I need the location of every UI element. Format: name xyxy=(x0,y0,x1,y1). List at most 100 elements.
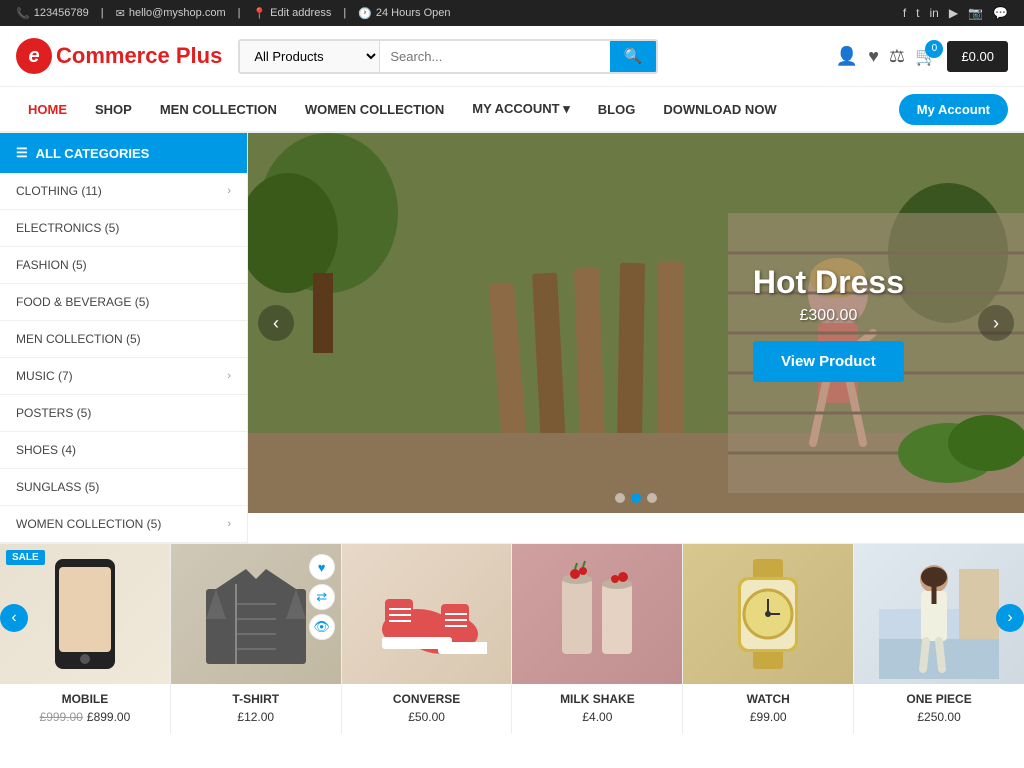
search-bar: All Products 🔍 xyxy=(238,39,658,74)
top-bar: 📞 123456789 | ✉ hello@myshop.com | 📍 Edi… xyxy=(0,0,1024,26)
products-section: ‹ SALE MOBILE £999.00£899.00 xyxy=(0,543,1024,734)
social-links: f t in ▶ 📷 💬 xyxy=(903,6,1008,20)
cart-badge: 0 xyxy=(925,40,943,58)
product-name-onepiece: ONE PIECE xyxy=(858,692,1020,706)
sidebar-item-clothing[interactable]: CLOTHING (11)› xyxy=(0,173,247,210)
hero-price: £300.00 xyxy=(753,307,904,325)
sidebar-item-fashion[interactable]: FASHION (5) xyxy=(0,247,247,284)
nav-home[interactable]: HOME xyxy=(16,88,79,131)
chevron-right-icon-3: › xyxy=(227,518,231,530)
cart-icon-wrap[interactable]: 🛒 0 xyxy=(915,46,937,67)
hero-dot-1[interactable] xyxy=(615,493,625,503)
address-info[interactable]: 📍 Edit address xyxy=(252,7,331,20)
product-image-watch xyxy=(683,544,853,684)
sidebar-item-shoes[interactable]: SHOES (4) xyxy=(0,432,247,469)
email-info: ✉ hello@myshop.com xyxy=(116,7,226,20)
wishlist-icon[interactable]: ♥ xyxy=(868,46,879,67)
divider3: | xyxy=(343,7,346,19)
products-prev-button[interactable]: ‹ xyxy=(0,604,28,632)
nav-women-collection[interactable]: WOMEN COLLECTION xyxy=(293,88,456,131)
divider2: | xyxy=(238,7,241,19)
nav-download-now[interactable]: DOWNLOAD NOW xyxy=(651,88,788,131)
product-name-tshirt: T-SHIRT xyxy=(175,692,337,706)
product-image-converse xyxy=(342,544,512,684)
hero-slider: Hot Dress £300.00 View Product ‹ › xyxy=(248,133,1024,513)
compare-icon[interactable]: ⚖ xyxy=(889,46,905,67)
product-price-converse: £50.00 xyxy=(342,710,512,724)
header: e Commerce Plus All Products 🔍 👤 ♥ ⚖ 🛒 0… xyxy=(0,26,1024,87)
wishlist-icon-tshirt[interactable]: ♥ xyxy=(309,554,335,580)
hero-prev-button[interactable]: ‹ xyxy=(258,305,294,341)
product-name-watch: WATCH xyxy=(687,692,849,706)
nav-men-collection[interactable]: MEN COLLECTION xyxy=(148,88,289,131)
account-icon[interactable]: 👤 xyxy=(836,46,858,67)
logo-text: Commerce Plus xyxy=(56,43,222,69)
hero-image: Hot Dress £300.00 View Product xyxy=(248,133,1024,513)
main-nav: HOME SHOP MEN COLLECTION WOMEN COLLECTIO… xyxy=(0,87,1024,133)
sidebar-header: ☰ ALL CATEGORIES xyxy=(0,133,247,173)
hero-next-button[interactable]: › xyxy=(978,305,1014,341)
product-name-mobile: MOBILE xyxy=(4,692,166,706)
top-bar-contact: 📞 123456789 | ✉ hello@myshop.com | 📍 Edi… xyxy=(16,7,451,20)
product-card-mobile: SALE MOBILE £999.00£899.00 xyxy=(0,544,171,734)
twitter-link[interactable]: t xyxy=(916,6,919,20)
hero-overlay: Hot Dress £300.00 View Product xyxy=(753,264,904,382)
facebook-link[interactable]: f xyxy=(903,6,906,20)
main-content: ☰ ALL CATEGORIES CLOTHING (11)› ELECTRON… xyxy=(0,133,1024,543)
cart-button[interactable]: £0.00 xyxy=(947,41,1008,72)
product-card-tshirt: ♥ ⇄ 👁 T-SHIRT £12.00 xyxy=(171,544,342,734)
sidebar-item-electronics[interactable]: ELECTRONICS (5) xyxy=(0,210,247,247)
sidebar-item-sunglass[interactable]: SUNGLASS (5) xyxy=(0,469,247,506)
product-price-mobile: £999.00£899.00 xyxy=(0,710,170,724)
menu-icon: ☰ xyxy=(16,145,28,161)
product-card-milkshake: MILK SHAKE £4.00 xyxy=(512,544,683,734)
sidebar-item-women-collection[interactable]: WOMEN COLLECTION (5)› xyxy=(0,506,247,543)
hero-dot-2[interactable] xyxy=(631,493,641,503)
chevron-right-icon: › xyxy=(227,185,231,197)
product-card-watch: WATCH £99.00 xyxy=(683,544,854,734)
products-next-button[interactable]: › xyxy=(996,604,1024,632)
logo[interactable]: e Commerce Plus xyxy=(16,38,222,74)
phone-info: 📞 123456789 xyxy=(16,7,89,20)
sidebar-title: ALL CATEGORIES xyxy=(36,146,150,161)
product-price-onepiece: £250.00 xyxy=(854,710,1024,724)
sidebar-item-posters[interactable]: POSTERS (5) xyxy=(0,395,247,432)
nav-blog[interactable]: BLOG xyxy=(586,88,648,131)
search-button[interactable]: 🔍 xyxy=(610,41,657,72)
youtube-link[interactable]: ▶ xyxy=(949,6,958,20)
product-image-milkshake xyxy=(512,544,682,684)
chevron-right-icon-2: › xyxy=(227,370,231,382)
hero-view-product-button[interactable]: View Product xyxy=(753,341,904,382)
compare-icon-tshirt[interactable]: ⇄ xyxy=(309,584,335,610)
product-price-milkshake: £4.00 xyxy=(512,710,682,724)
hero-title: Hot Dress xyxy=(753,264,904,301)
product-name-converse: CONVERSE xyxy=(346,692,508,706)
nav-my-account[interactable]: MY ACCOUNT ▾ xyxy=(460,87,582,131)
product-image-tshirt: ♥ ⇄ 👁 xyxy=(171,544,341,684)
sidebar-item-music[interactable]: MUSIC (7)› xyxy=(0,358,247,395)
search-category-select[interactable]: All Products xyxy=(240,41,380,72)
quickview-icon-tshirt[interactable]: 👁 xyxy=(309,614,335,640)
search-input[interactable] xyxy=(380,41,609,72)
hero-dots xyxy=(615,493,657,503)
header-icons: 👤 ♥ ⚖ 🛒 0 £0.00 xyxy=(836,41,1008,72)
instagram-link[interactable]: 📷 xyxy=(968,6,983,20)
nav-shop[interactable]: SHOP xyxy=(83,88,144,131)
linkedin-link[interactable]: in xyxy=(930,6,939,20)
sidebar: ☰ ALL CATEGORIES CLOTHING (11)› ELECTRON… xyxy=(0,133,248,543)
divider: | xyxy=(101,7,104,19)
product-price-tshirt: £12.00 xyxy=(171,710,341,724)
product-icon-group-tshirt: ♥ ⇄ 👁 xyxy=(309,554,335,640)
hero-dot-3[interactable] xyxy=(647,493,657,503)
hours-info: 🕐 24 Hours Open xyxy=(358,7,450,20)
products-row: SALE MOBILE £999.00£899.00 xyxy=(0,543,1024,734)
nav-my-account-btn[interactable]: My Account xyxy=(899,94,1008,125)
sidebar-item-men-collection[interactable]: MEN COLLECTION (5) xyxy=(0,321,247,358)
whatsapp-link[interactable]: 💬 xyxy=(993,6,1008,20)
cart-amount: £0.00 xyxy=(961,49,994,64)
sidebar-item-food-beverage[interactable]: FOOD & BEVERAGE (5) xyxy=(0,284,247,321)
sale-badge-mobile: SALE xyxy=(6,550,45,565)
logo-icon: e xyxy=(16,38,52,74)
product-card-converse: CONVERSE £50.00 xyxy=(342,544,513,734)
product-price-watch: £99.00 xyxy=(683,710,853,724)
